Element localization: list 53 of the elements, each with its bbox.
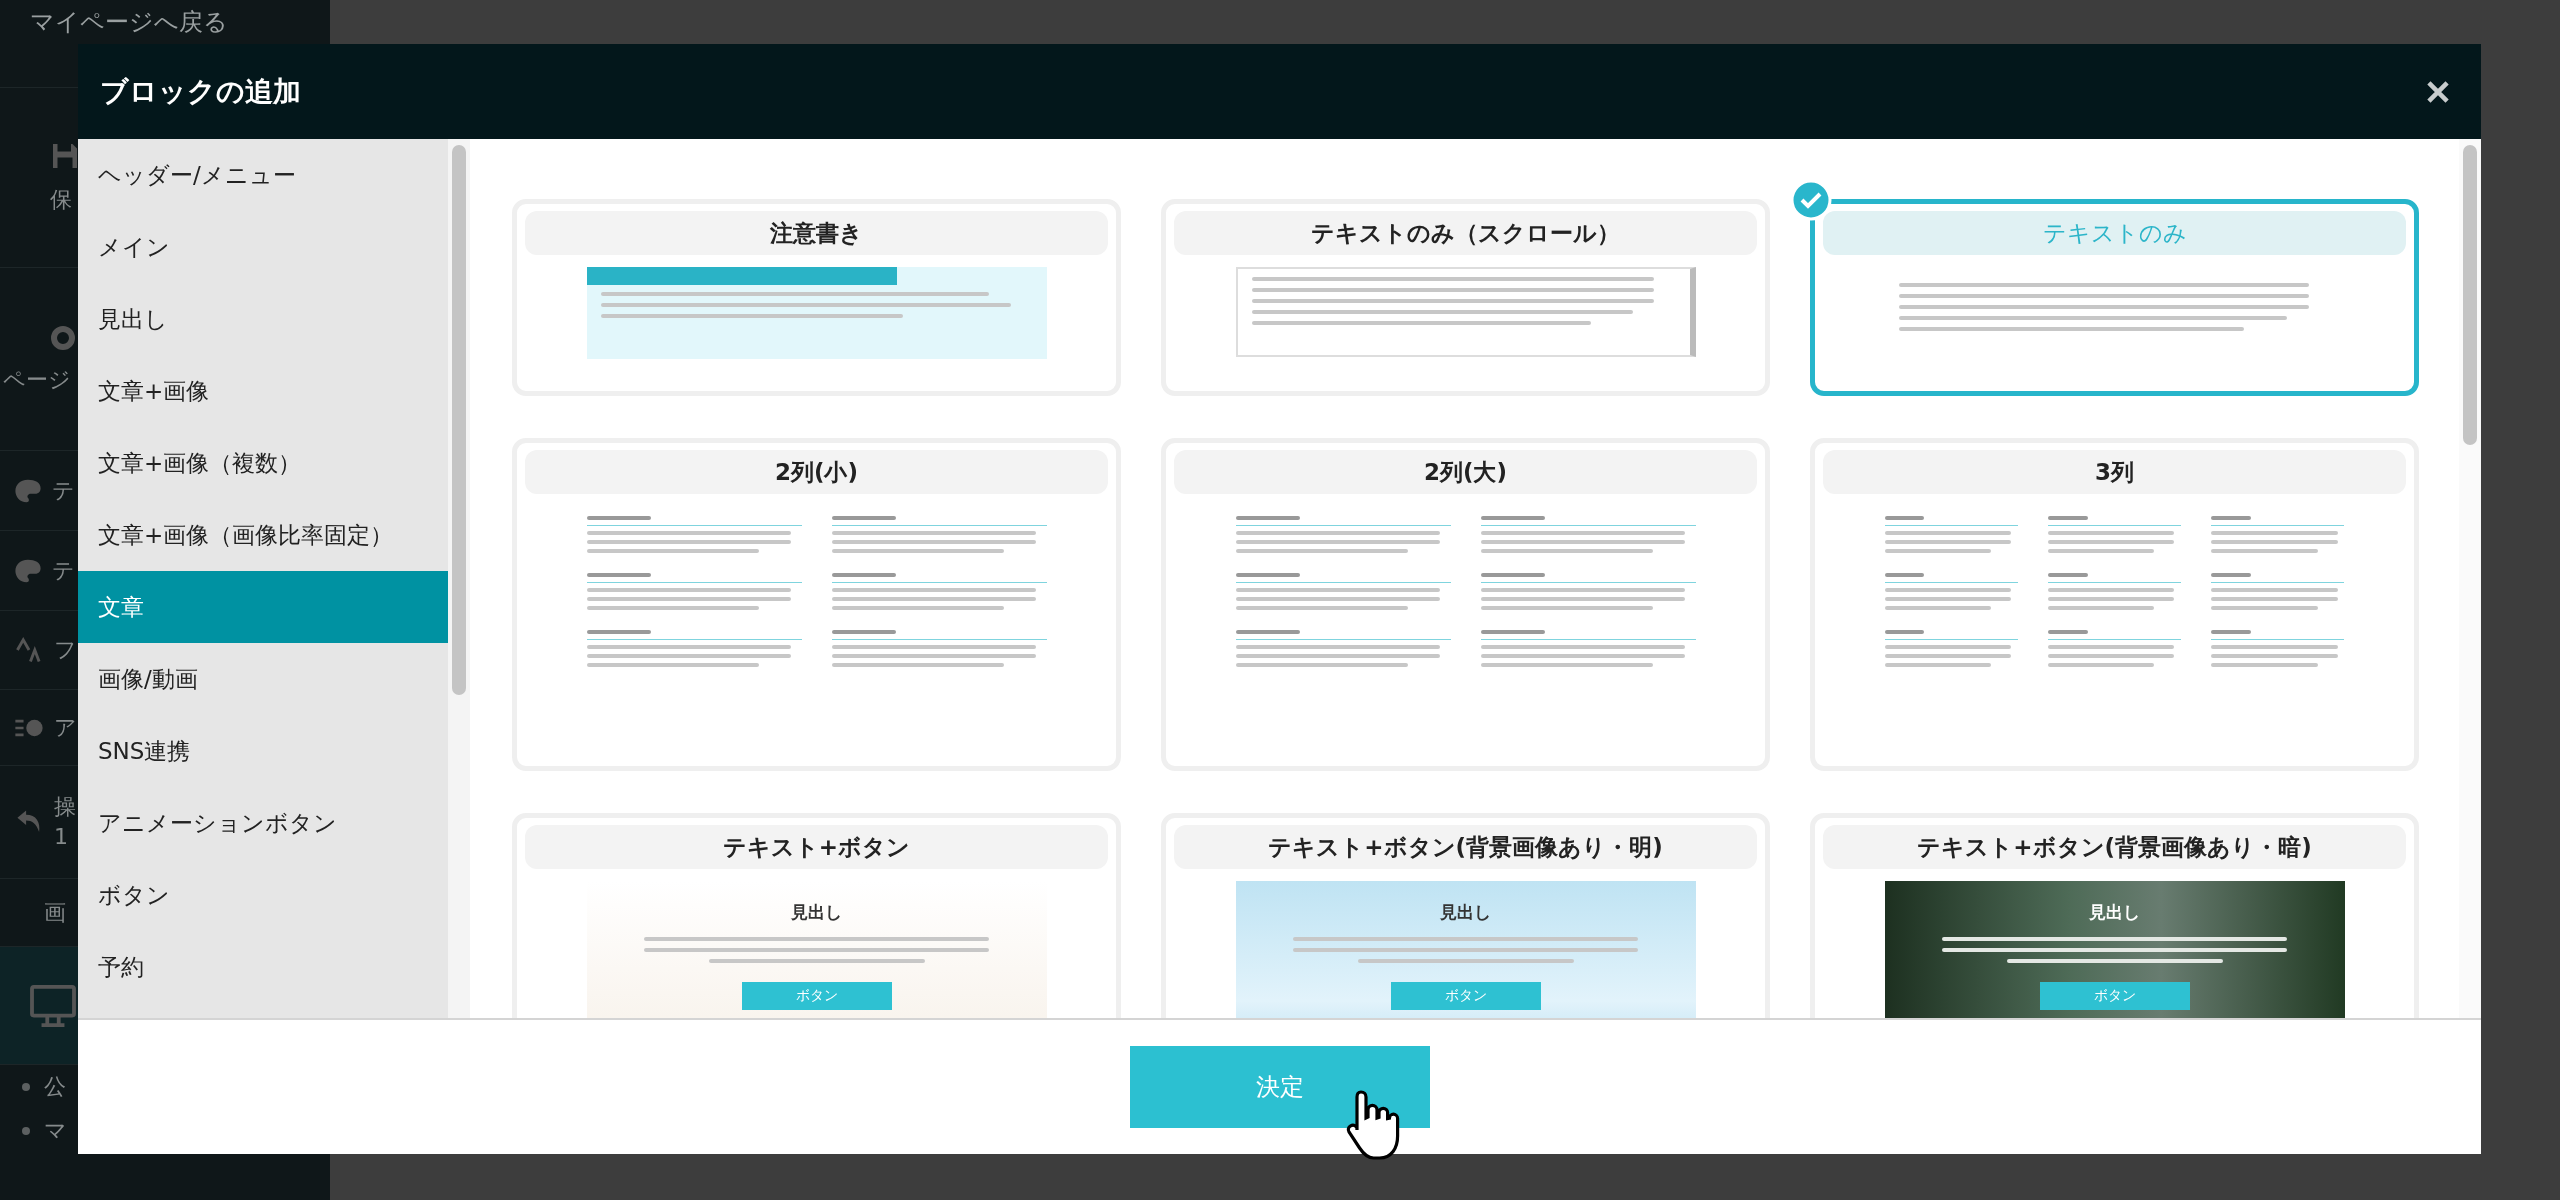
category-item[interactable]: ボタン (78, 859, 448, 931)
palette-icon (14, 477, 42, 504)
menu-label: テ (52, 556, 75, 585)
category-item[interactable]: 文章+画像（複数） (78, 427, 448, 499)
block-card[interactable]: テキストのみ（スクロール） (1161, 199, 1770, 396)
preview-button: ボタン (2039, 982, 2190, 1010)
menu-label: マ (44, 1117, 67, 1146)
category-item[interactable]: ヘッダー/メニュー (78, 139, 448, 211)
category-item[interactable]: 文章+画像（画像比率固定） (78, 499, 448, 571)
checkmark-icon (1790, 179, 1832, 221)
preview-heading: 見出し (790, 901, 843, 924)
preview-heading: 見出し (1439, 901, 1492, 924)
block-card[interactable]: 3列 (1810, 438, 2419, 771)
menu-label: 1 (54, 823, 69, 851)
block-title: 3列 (1823, 450, 2406, 494)
menu-label: 画 (44, 898, 66, 927)
bullet-icon (22, 1083, 30, 1091)
menu-label: テ (52, 476, 75, 505)
category-item[interactable]: 画像/動画 (78, 643, 448, 715)
menu-label: 公 (44, 1073, 66, 1102)
menu-label: ページ (3, 366, 71, 395)
preview-button: ボタン (1390, 982, 1541, 1010)
block-title: 注意書き (525, 211, 1108, 255)
bullet-icon (22, 1127, 30, 1135)
preview-button: ボタン (741, 982, 892, 1010)
block-title: テキスト+ボタン(背景画像あり・暗) (1823, 825, 2406, 869)
dialog-title: ブロックの追加 (100, 73, 301, 110)
category-item[interactable]: 文章 (78, 571, 448, 643)
category-item[interactable]: 文章+画像 (78, 355, 448, 427)
block-card[interactable]: 注意書き (512, 199, 1121, 396)
block-title: テキスト+ボタン(背景画像あり・明) (1174, 825, 1757, 869)
scrollbar-thumb[interactable] (452, 145, 466, 695)
block-card[interactable]: 2列(小) (512, 438, 1121, 771)
monitor-icon (30, 984, 76, 1027)
block-title: テキストのみ（スクロール） (1174, 211, 1757, 255)
palette-icon (14, 557, 42, 584)
close-icon[interactable] (2425, 78, 2451, 105)
block-card[interactable]: 2列(大) (1161, 438, 1770, 771)
block-title: 2列(小) (525, 450, 1108, 494)
category-item[interactable]: メイン (78, 211, 448, 283)
block-title: テキストのみ (1823, 211, 2406, 255)
block-title: 2列(大) (1174, 450, 1757, 494)
category-item[interactable]: アニメーションボタン (78, 787, 448, 859)
menu-label: 保 (50, 185, 72, 214)
menu-label: フ (54, 636, 77, 665)
category-item[interactable]: SNS連携 (78, 715, 448, 787)
preview-heading: 見出し (2088, 901, 2141, 924)
block-title: テキスト+ボタン (525, 825, 1108, 869)
scrollbar-thumb[interactable] (2463, 145, 2477, 445)
menu-label: ア (54, 713, 77, 742)
category-item[interactable]: 予約 (78, 931, 448, 1003)
menu-label: 操 (54, 793, 76, 822)
category-item[interactable]: 見出し (78, 283, 448, 355)
